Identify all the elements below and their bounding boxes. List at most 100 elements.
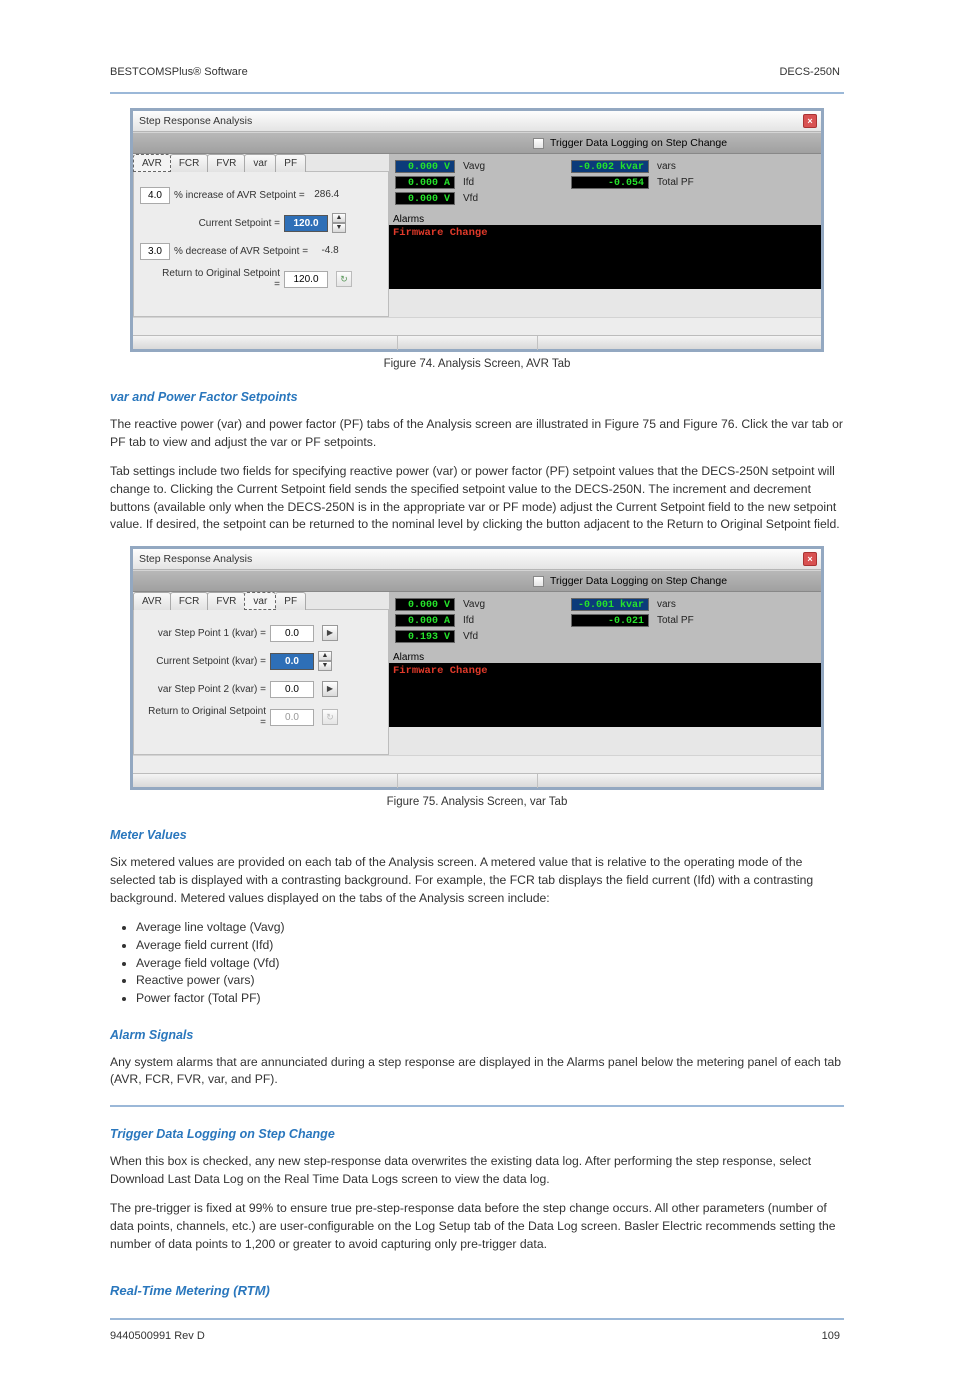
meter2-vfd-label: Vfd (463, 631, 511, 642)
heading-var-pf: var and Power Factor Setpoints (110, 390, 844, 404)
decrease-result: -4.8 (310, 243, 350, 259)
bullet-vfd: Average field voltage (Vfd) (136, 955, 844, 973)
meter-vavg-label: Vavg (463, 161, 511, 172)
close-icon[interactable]: × (803, 114, 817, 128)
step1-input[interactable]: 0.0 (270, 625, 314, 642)
footer-right: 109 (822, 1330, 840, 1342)
para-alarms: Any system alarms that are annunciated d… (110, 1054, 844, 1089)
meter-panel-2: 0.000 V Vavg -0.001 kvar vars 0.000 A If… (389, 592, 821, 650)
header-rule (110, 92, 844, 94)
tab2-fcr[interactable]: FCR (170, 592, 209, 610)
subheading-rtm: Real-Time Metering (RTM) (110, 1283, 844, 1298)
app-window-avr: Step Response Analysis × Trigger Data Lo… (130, 108, 824, 352)
step1-send-button[interactable]: ▶ (322, 625, 338, 641)
tab2-var[interactable]: var (244, 592, 276, 610)
figure-caption-74: Figure 74. Analysis Screen, AVR Tab (110, 358, 844, 370)
footer-rule (110, 1318, 844, 1320)
para-setpoints-2: Tab settings include two fields for spec… (110, 463, 844, 534)
close-icon-2[interactable]: × (803, 552, 817, 566)
decrease-label: % decrease of AVR Setpoint = (174, 246, 310, 257)
meter-ifd-label: Ifd (463, 177, 511, 188)
meter2-vars-label: vars (657, 599, 705, 610)
increase-label: % increase of AVR Setpoint = (174, 190, 307, 201)
bullet-vars: Reactive power (vars) (136, 972, 844, 990)
meter-pf-value: -0.054 (571, 176, 649, 189)
return-button[interactable]: ↻ (336, 271, 352, 287)
setpoint-decrement-button-2[interactable]: ▼ (318, 661, 332, 671)
bullet-vavg: Average line voltage (Vavg) (136, 919, 844, 937)
para-trigger2: The pre-trigger is fixed at 99% to ensur… (110, 1200, 844, 1253)
tab-row-2: AVR FCR FVR var PF (133, 592, 389, 610)
tab-avr[interactable]: AVR (133, 154, 171, 172)
para-meter: Six metered values are provided on each … (110, 854, 844, 907)
titlebar-2: Step Response Analysis × (133, 549, 821, 570)
meter2-vfd-value: 0.193 V (395, 630, 455, 643)
step2-send-button[interactable]: ▶ (322, 681, 338, 697)
statusbar-2 (133, 773, 821, 787)
trigger-checkbox-2[interactable] (533, 576, 544, 587)
tab2-fvr[interactable]: FVR (207, 592, 245, 610)
return-label-2: Return to Original Setpoint = (140, 706, 270, 728)
meter2-vavg-value: 0.000 V (395, 598, 455, 611)
step1-label: var Step Point 1 (kvar) = (154, 628, 270, 639)
meter-pf-label: Total PF (657, 177, 705, 188)
setpoint-increment-button[interactable]: ▲ (332, 213, 346, 223)
meter-vavg-value: 0.000 V (395, 160, 455, 173)
alarms-panel-2: Firmware Change (389, 663, 821, 727)
alarms-title: Alarms (389, 212, 821, 225)
current-setpoint-value[interactable]: 120.0 (284, 215, 328, 232)
return-value-2: 0.0 (270, 709, 314, 726)
step2-label: var Step Point 2 (kvar) = (154, 684, 270, 695)
footer-left: 9440500991 Rev D (110, 1330, 205, 1342)
option-bar: Trigger Data Logging on Step Change (133, 132, 821, 154)
heading-trigger: Trigger Data Logging on Step Change (110, 1127, 844, 1141)
meter2-ifd-label: Ifd (463, 615, 511, 626)
increase-result: 286.4 (307, 187, 347, 203)
statusbar (133, 335, 821, 349)
trigger-checkbox[interactable] (533, 138, 544, 149)
current-label-2: Current Setpoint (kvar) = (154, 656, 270, 667)
meter2-vars-value: -0.001 kvar (571, 598, 649, 611)
header-left: BESTCOMSPlus® Software (110, 66, 248, 78)
tab-pf[interactable]: PF (275, 154, 306, 172)
step2-input[interactable]: 0.0 (270, 681, 314, 698)
meter2-pf-value: -0.021 (571, 614, 649, 627)
meter-ifd-value: 0.000 A (395, 176, 455, 189)
app-window-var: Step Response Analysis × Trigger Data Lo… (130, 546, 824, 790)
titlebar: Step Response Analysis × (133, 111, 821, 132)
increase-percent-input[interactable]: 4.0 (140, 187, 170, 204)
meter-vars-value: -0.002 kvar (571, 160, 649, 173)
tab-var[interactable]: var (244, 154, 276, 172)
alarms-title-2: Alarms (389, 650, 821, 663)
alarm-text: Firmware Change (393, 227, 817, 239)
figure-caption-75: Figure 75. Analysis Screen, var Tab (110, 796, 844, 808)
tab-row: AVR FCR FVR var PF (133, 154, 389, 172)
return-label: Return to Original Setpoint = (154, 268, 284, 290)
heading-meter-values: Meter Values (110, 828, 844, 842)
tab-fcr[interactable]: FCR (170, 154, 209, 172)
tab2-pf[interactable]: PF (275, 592, 306, 610)
heading-alarm-signals: Alarm Signals (110, 1028, 844, 1042)
meter2-vavg-label: Vavg (463, 599, 511, 610)
trigger-label-2: Trigger Data Logging on Step Change (550, 575, 727, 587)
current-value-2[interactable]: 0.0 (270, 653, 314, 670)
para-setpoints-1: The reactive power (var) and power facto… (110, 416, 844, 451)
window-title: Step Response Analysis (139, 115, 252, 127)
current-setpoint-label: Current Setpoint = (174, 218, 284, 229)
mid-rule (110, 1105, 844, 1107)
meter2-ifd-value: 0.000 A (395, 614, 455, 627)
window-title-2: Step Response Analysis (139, 553, 252, 565)
tab-fvr[interactable]: FVR (207, 154, 245, 172)
bullet-pf: Power factor (Total PF) (136, 990, 844, 1008)
setpoint-increment-button-2[interactable]: ▲ (318, 651, 332, 661)
tab2-avr[interactable]: AVR (133, 592, 171, 610)
alarm-text-2: Firmware Change (393, 665, 817, 677)
setpoint-decrement-button[interactable]: ▼ (332, 223, 346, 233)
decrease-percent-input[interactable]: 3.0 (140, 243, 170, 260)
return-button-2[interactable]: ↻ (322, 709, 338, 725)
option-bar-2: Trigger Data Logging on Step Change (133, 570, 821, 592)
meter2-pf-label: Total PF (657, 615, 705, 626)
meter-vfd-label: Vfd (463, 193, 511, 204)
bullet-ifd: Average field current (Ifd) (136, 937, 844, 955)
alarms-panel: Firmware Change (389, 225, 821, 289)
